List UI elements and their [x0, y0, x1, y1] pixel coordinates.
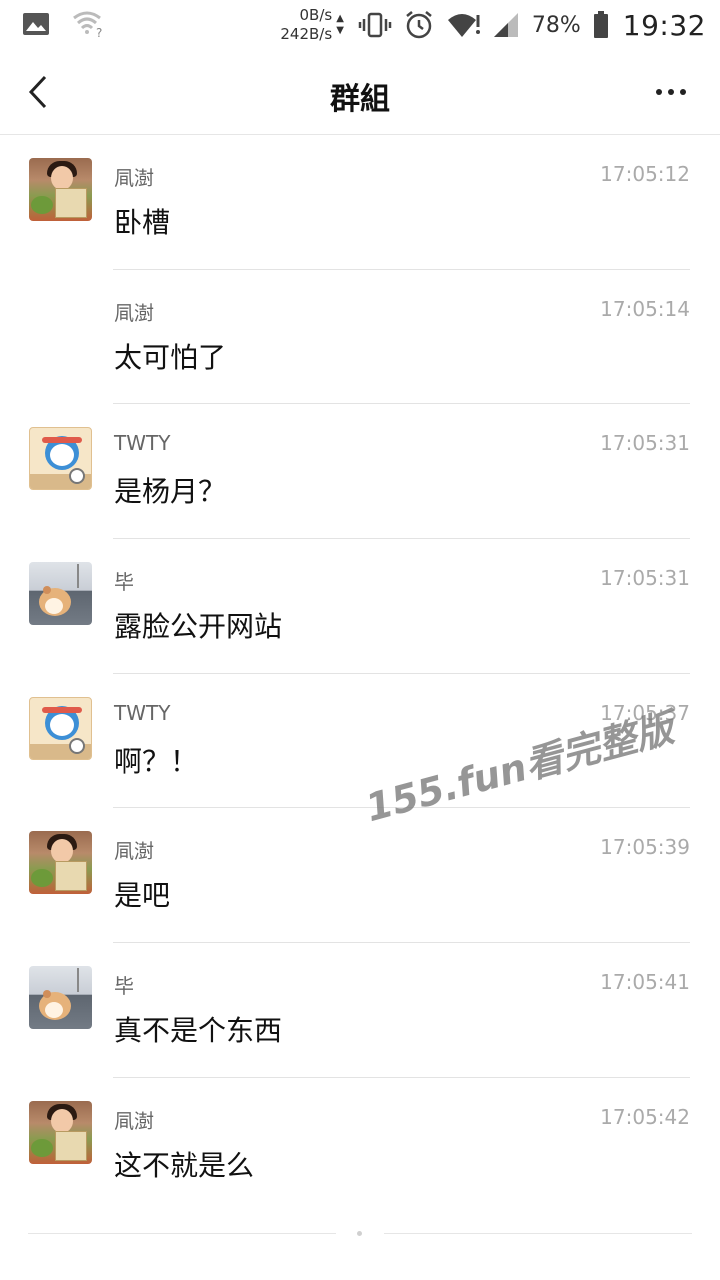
battery-icon: [593, 11, 609, 39]
message-time: 17:05:31: [600, 431, 690, 456]
message-text: 啊？！: [114, 744, 199, 778]
loading-dot-icon: [357, 1231, 362, 1236]
signal-icon: [492, 11, 520, 39]
wifi-unknown-icon: ?: [72, 10, 106, 42]
avatar[interactable]: [29, 1100, 92, 1164]
message-time: 17:05:31: [600, 566, 690, 591]
avatar[interactable]: [29, 966, 92, 1030]
message-time: 17:05:41: [600, 970, 690, 995]
avatar[interactable]: [29, 696, 92, 760]
gallery-icon: [22, 12, 50, 40]
more-horizontal-icon: [656, 89, 662, 95]
net-down-speed: 242B/s: [280, 25, 333, 43]
message-item[interactable]: 毕 17:05:31 露脸公开网站: [0, 539, 720, 674]
message-item[interactable]: TWTY 17:05:31 是杨月？: [0, 404, 720, 540]
message-text: 卧槽: [114, 206, 171, 239]
sender-name: 凬澍: [114, 839, 154, 864]
vibrate-icon: [358, 11, 392, 39]
message-text: 这不就是么: [114, 1148, 255, 1182]
alarm-icon: [404, 10, 434, 40]
net-up-speed: 0B/s: [299, 6, 333, 24]
message-text: 是杨月？: [114, 475, 227, 509]
avatar[interactable]: [29, 831, 92, 895]
sender-name: TWTY: [114, 700, 171, 725]
network-arrows-icon: ▲ ▼: [336, 13, 344, 36]
message-time: 17:05:14: [600, 296, 690, 321]
status-clock: 19:32: [622, 8, 706, 42]
network-speed: 0B/s 242B/s: [280, 6, 332, 44]
message-item[interactable]: 凬澍 17:05:39 是吧: [0, 808, 720, 944]
message-item[interactable]: 凬澍 17:05:14 太可怕了: [0, 270, 720, 405]
sender-name: 凬澍: [114, 166, 154, 190]
page-title: 群組: [330, 82, 390, 117]
message-item[interactable]: 凬澍 17:05:12 卧槽: [0, 135, 720, 270]
sender-name: 毕: [114, 570, 134, 595]
bottom-divider-left: [28, 1233, 336, 1234]
avatar[interactable]: [29, 562, 92, 626]
sender-name: 凬澍: [114, 300, 154, 325]
avatar[interactable]: [29, 427, 92, 491]
sender-name: 凬澍: [114, 1108, 154, 1133]
wifi-icon: [446, 11, 480, 39]
message-time: 17:05:12: [600, 162, 690, 186]
message-time: 17:05:39: [600, 835, 690, 860]
message-text: 露脸公开网站: [114, 610, 283, 644]
message-item[interactable]: 凬澍 17:05:42 这不就是么: [0, 1078, 720, 1213]
message-time: 17:05:42: [600, 1104, 690, 1129]
message-text: 太可怕了: [114, 340, 227, 374]
more-options-button[interactable]: [646, 72, 696, 112]
avatar[interactable]: [29, 158, 92, 221]
message-text: 是吧: [114, 879, 171, 913]
message-list: 凬澍 17:05:12 卧槽 凬澍 17:05:14 太可怕了 TWTY 17:…: [0, 135, 720, 1213]
chat-header: 群組: [0, 50, 720, 135]
sender-name: 毕: [114, 974, 134, 999]
sender-name: TWTY: [114, 431, 171, 456]
status-bar: ? 0B/s 242B/s ▲ ▼ 78% 19:32: [0, 0, 720, 50]
message-item[interactable]: 毕 17:05:41 真不是个东西: [0, 943, 720, 1078]
message-text: 真不是个东西: [114, 1014, 283, 1048]
battery-percentage: 78%: [531, 12, 581, 38]
bottom-divider-right: [384, 1233, 692, 1234]
svg-text:?: ?: [96, 26, 102, 38]
